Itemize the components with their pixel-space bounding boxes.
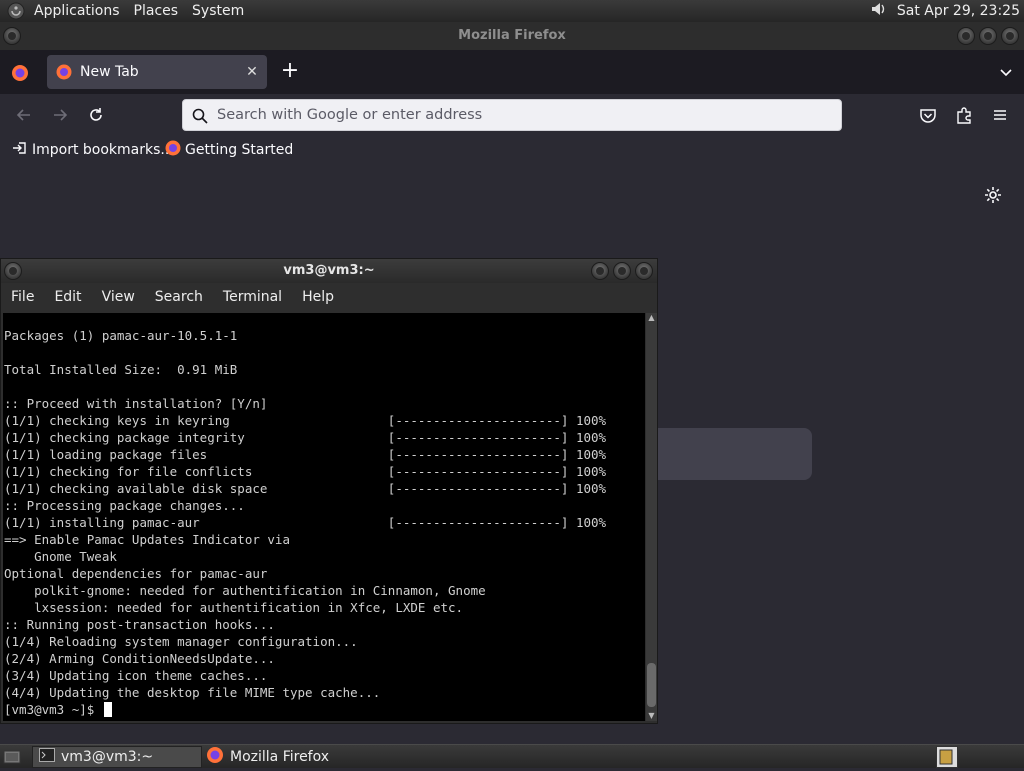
terminal-prompt: [vm3@vm3 ~]$ [4,702,102,717]
taskbar-item-terminal[interactable]: vm3@vm3:~ [32,746,202,768]
system-menu[interactable]: System [185,0,251,22]
show-desktop-icon[interactable] [3,748,21,766]
terminal-close-button[interactable] [635,262,653,280]
terminal-line: (1/1) installing pamac-aur [------------… [4,515,607,530]
terminal-line: Packages (1) pamac-aur-10.5.1-1 [4,328,238,343]
terminal-scrollbar[interactable]: ▲ ▼ [646,313,657,721]
new-tab-card [640,428,812,480]
tab-bar: New Tab ✕ + [0,50,1024,94]
terminal-line: Optional dependencies for pamac-aur [4,566,268,581]
firefox-window-title: Mozilla Firefox [458,28,566,43]
terminal-icon [39,748,55,766]
back-arrow-icon[interactable] [13,104,35,126]
import-icon [12,140,28,160]
terminal-window-title: vm3@vm3:~ [283,263,375,278]
navigation-toolbar: Search with Google or enter address [0,94,1024,136]
firefox-view-icon[interactable] [11,64,29,82]
reload-icon[interactable] [85,104,107,126]
bottom-panel: vm3@vm3:~ Mozilla Firefox [0,744,1024,768]
terminal-line: (1/4) Reloading system manager configura… [4,634,358,649]
gear-icon[interactable] [983,185,1003,205]
terminal-line: ==> Enable Pamac Updates Indicator via [4,532,290,547]
taskbar-item-terminal-label: vm3@vm3:~ [61,749,154,765]
terminal-minimize-button[interactable] [591,262,609,280]
minimize-button[interactable] [957,27,975,45]
terminal-line: :: Processing package changes... [4,498,245,513]
terminal-line: (1/1) checking available disk space [---… [4,481,607,496]
firefox-logo-icon [206,746,224,768]
volume-icon[interactable] [869,0,889,23]
hamburger-menu-icon[interactable] [989,104,1011,126]
firefox-logo-icon [165,140,181,160]
terminal-line: (2/4) Arming ConditionNeedsUpdate... [4,651,275,666]
tab-new-tab[interactable]: New Tab ✕ [47,55,267,89]
terminal-maximize-button[interactable] [613,262,631,280]
firefox-logo-icon [56,64,72,80]
terminal-line: (1/1) checking package integrity [------… [4,430,607,445]
scrollbar-thumb[interactable] [647,663,656,707]
bookmark-getting-started[interactable]: Getting Started [165,139,293,161]
terminal-line: :: Running post-transaction hooks... [4,617,275,632]
terminal-cursor [103,702,112,717]
maximize-button[interactable] [979,27,997,45]
terminal-window: vm3@vm3:~ File Edit View Search Terminal… [0,258,658,724]
terminal-line: (1/1) loading package files [-----------… [4,447,607,462]
window-menu-button[interactable] [3,27,21,45]
extensions-icon[interactable] [953,104,975,126]
top-panel: Applications Places System Sat Apr 29, 2… [0,0,1024,22]
terminal-window-menu-button[interactable] [4,262,22,280]
bookmark-getting-started-label: Getting Started [185,142,294,158]
chevron-down-icon[interactable] [998,64,1014,80]
terminal-line: polkit-gnome: needed for authentificatio… [4,583,486,598]
tab-title: New Tab [80,64,139,80]
bookmark-import-label: Import bookmarks... [32,142,174,158]
terminal-output[interactable]: Packages (1) pamac-aur-10.5.1-1 Total In… [3,313,645,721]
terminal-line: (4/4) Updating the desktop file MIME typ… [4,685,381,700]
terminal-menu-edit[interactable]: Edit [44,289,91,305]
terminal-menu-search[interactable]: Search [145,289,213,305]
taskbar-item-firefox[interactable]: Mozilla Firefox [200,746,400,768]
terminal-menubar: File Edit View Search Terminal Help [1,283,657,311]
scroll-down-icon[interactable]: ▼ [646,711,657,721]
terminal-menu-view[interactable]: View [92,289,145,305]
firefox-titlebar[interactable]: Mozilla Firefox [0,22,1024,50]
terminal-line: (1/1) checking for file conflicts [-----… [4,464,607,479]
terminal-line: Total Installed Size: 0.91 MiB [4,362,238,377]
clock[interactable]: Sat Apr 29, 23:25 [897,3,1020,19]
bookmarks-toolbar: Import bookmarks... Getting Started [0,136,1024,164]
tab-close-icon[interactable]: ✕ [241,64,263,80]
applications-menu[interactable]: Applications [27,0,127,22]
places-menu[interactable]: Places [127,0,186,22]
terminal-line: Gnome Tweak [4,549,117,564]
terminal-line: (1/1) checking keys in keyring [--------… [4,413,607,428]
taskbar-item-firefox-label: Mozilla Firefox [230,749,330,765]
terminal-menu-file[interactable]: File [1,289,44,305]
close-button[interactable] [1001,27,1019,45]
terminal-menu-terminal[interactable]: Terminal [213,289,292,305]
search-icon [192,108,208,124]
terminal-line: :: Proceed with installation? [Y/n] [4,396,268,411]
url-bar[interactable]: Search with Google or enter address [182,99,842,131]
new-tab-button[interactable]: + [278,60,302,84]
url-placeholder: Search with Google or enter address [217,107,483,123]
gnome-foot-icon[interactable] [5,0,27,22]
terminal-line: lxsession: needed for authentification i… [4,600,464,615]
terminal-titlebar[interactable]: vm3@vm3:~ [1,259,657,283]
pocket-icon[interactable] [917,104,939,126]
scroll-up-icon[interactable]: ▲ [646,313,657,323]
workspace-switcher-icon[interactable] [936,746,958,768]
terminal-prompt-line[interactable]: [vm3@vm3 ~]$ [4,701,644,718]
terminal-line: (3/4) Updating icon theme caches... [4,668,268,683]
bookmark-import[interactable]: Import bookmarks... [12,139,174,161]
forward-arrow-icon[interactable] [49,104,71,126]
terminal-menu-help[interactable]: Help [292,289,344,305]
